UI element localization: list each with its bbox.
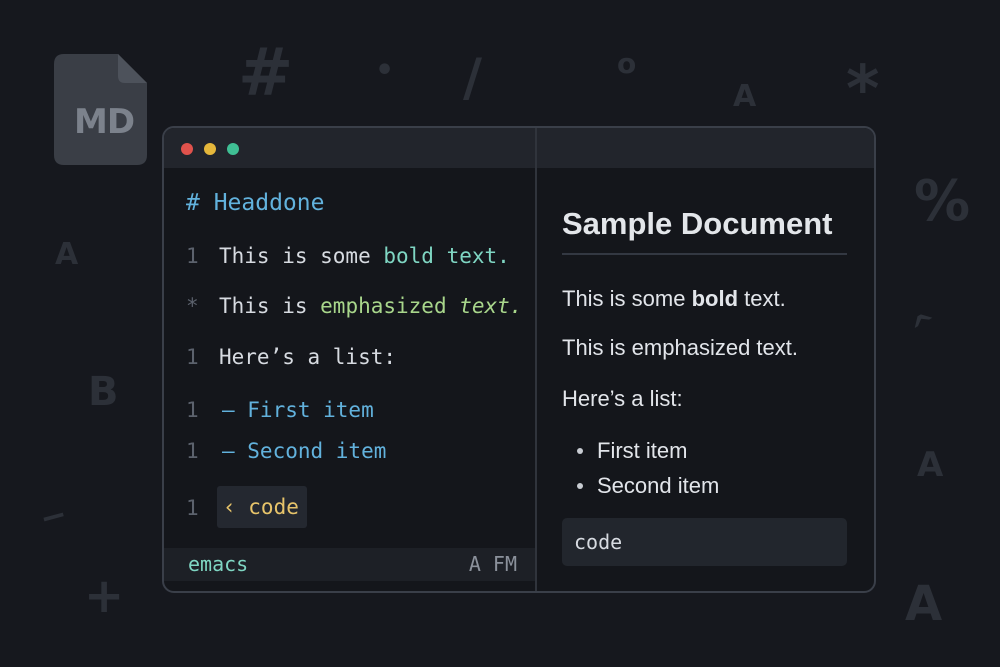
editor-window: # Headdone 1 This is some bold text. * T… xyxy=(162,126,876,593)
markdown-editor-pane[interactable]: # Headdone 1 This is some bold text. * T… xyxy=(164,168,535,591)
maximize-button[interactable] xyxy=(227,143,239,155)
bullet-icon xyxy=(577,483,583,489)
editor-bold-text: bold text. xyxy=(383,244,509,268)
letter-a-glyph: A xyxy=(733,82,756,112)
caret-glyph: ^ xyxy=(906,305,945,346)
asterisk-glyph: * xyxy=(846,58,879,122)
line-gutter: * xyxy=(186,294,199,318)
editor-text: This is xyxy=(219,294,320,318)
minimize-button[interactable] xyxy=(204,143,216,155)
plus-glyph: + xyxy=(84,572,124,620)
line-gutter: 1 xyxy=(186,244,199,268)
slash-glyph: / xyxy=(463,52,482,104)
preview-list-text: Second item xyxy=(597,473,719,499)
editor-heading-line: # Headdone xyxy=(186,190,324,216)
editor-text: Here’s a list: xyxy=(219,345,396,369)
preview-paragraph: Here’s a list: xyxy=(562,386,683,412)
line-gutter: 1 xyxy=(186,345,199,369)
line-gutter: 1 xyxy=(186,398,199,422)
letter-a-glyph: A xyxy=(905,580,942,628)
window-titlebar xyxy=(164,128,874,168)
minus-glyph: − xyxy=(36,497,70,535)
letter-a-glyph: A xyxy=(917,448,943,482)
circle-glyph: o xyxy=(617,50,636,78)
editor-list-item: – First item xyxy=(222,398,374,422)
editor-code-chip: ‹ code xyxy=(217,486,307,528)
percent-glyph: % xyxy=(914,174,970,230)
preview-text: text. xyxy=(738,286,786,311)
rendered-preview-pane: Sample Document This is some bold text. … xyxy=(537,168,874,591)
line-gutter: 1 xyxy=(186,496,199,520)
letter-b-glyph: B xyxy=(88,372,119,412)
bullet-icon xyxy=(577,448,583,454)
markdown-flavor-label: A FM xyxy=(469,548,517,581)
editor-italic-text: text. xyxy=(447,294,523,318)
preview-code-block: code xyxy=(562,518,847,566)
letter-a-glyph: A xyxy=(55,240,78,270)
preview-list-text: First item xyxy=(597,438,687,464)
editor-status-bar: emacs A FM xyxy=(164,548,535,581)
preview-title-rule xyxy=(562,253,847,255)
close-button[interactable] xyxy=(181,143,193,155)
preview-text: This is some xyxy=(562,286,692,311)
dot-glyph: • xyxy=(375,56,394,86)
editor-text: This is some xyxy=(219,244,383,268)
preview-paragraph: This is some bold text. xyxy=(562,286,786,312)
preview-title: Sample Document xyxy=(562,206,832,242)
editor-mode-label: emacs xyxy=(188,548,248,581)
editor-emphasis-text: emphasized xyxy=(320,294,446,318)
hash-glyph: # xyxy=(238,40,293,106)
editor-list-item: – Second item xyxy=(222,439,386,463)
markdown-badge-label: MD xyxy=(74,102,134,142)
line-gutter: 1 xyxy=(186,439,199,463)
preview-bold-text: bold xyxy=(692,286,738,311)
preview-paragraph: This is emphasized text. xyxy=(562,335,798,361)
markdown-file-icon: MD xyxy=(54,54,147,165)
